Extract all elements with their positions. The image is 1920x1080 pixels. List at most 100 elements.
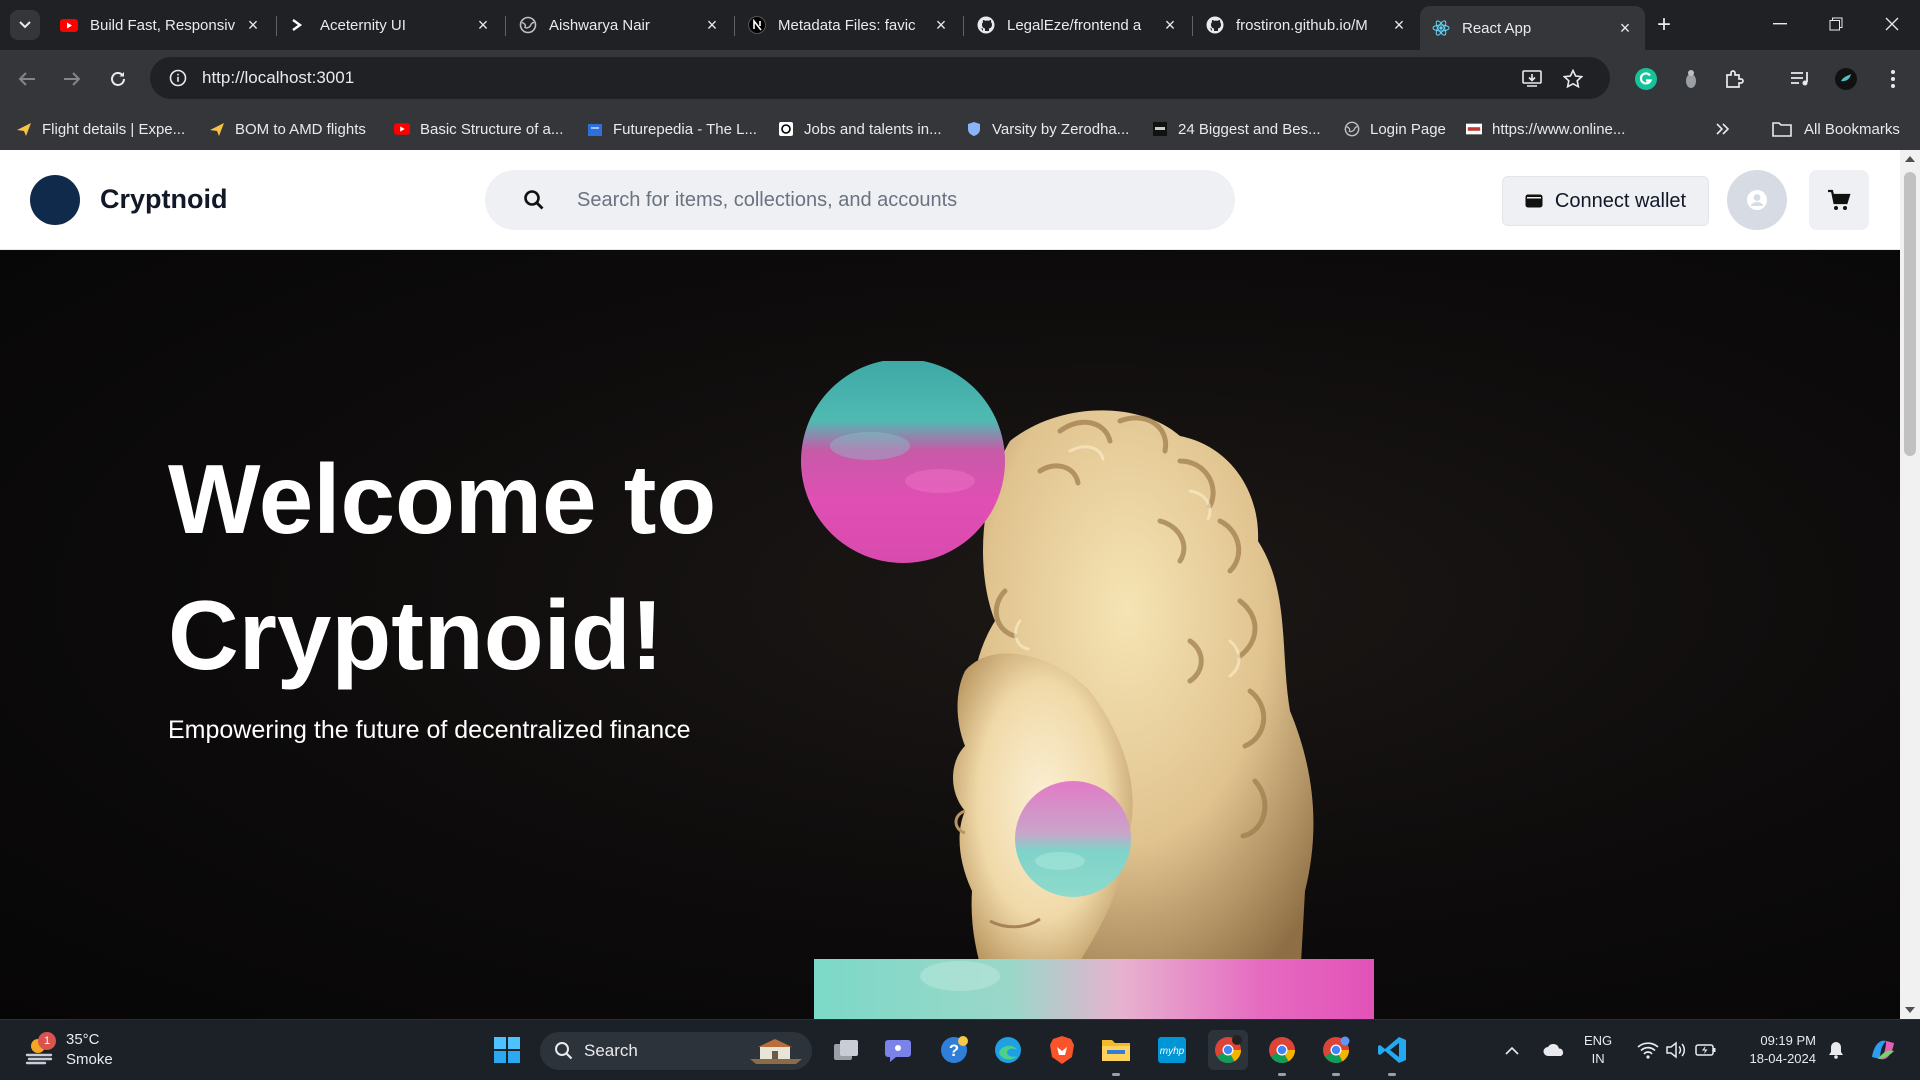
close-icon[interactable]: × [702, 15, 722, 35]
bookmark-item[interactable]: Futurepedia - The L... [587, 116, 757, 142]
teams-chat-app[interactable] [878, 1030, 918, 1070]
site-brand-name[interactable]: Cryptnoid [100, 184, 228, 215]
grammarly-icon[interactable] [1631, 64, 1661, 94]
reload-button[interactable] [103, 64, 133, 94]
restore-button[interactable] [1808, 0, 1864, 48]
onedrive-icon[interactable] [1540, 1036, 1568, 1064]
weather-widget[interactable]: 1 35°C Smoke [24, 1030, 113, 1070]
tab-separator [734, 16, 735, 36]
chrome-icon [1269, 1037, 1296, 1064]
language-indicator[interactable]: ENG IN [1584, 1032, 1612, 1068]
wifi-icon[interactable] [1636, 1036, 1660, 1064]
page-scrollbar[interactable] [1900, 150, 1920, 1019]
page-viewport: Cryptnoid Connect wallet Welcome to Cryp… [0, 150, 1900, 1019]
system-clock[interactable]: 09:19 PM 18-04-2024 [1726, 1032, 1817, 1068]
copilot-icon[interactable] [1866, 1036, 1900, 1064]
browser-tab[interactable]: Build Fast, Responsiv × [48, 8, 273, 42]
back-button[interactable] [12, 64, 42, 94]
user-profile-button[interactable] [1727, 170, 1787, 230]
folder-icon [1102, 1040, 1130, 1061]
site-search-input[interactable] [577, 188, 1177, 212]
bookmark-item[interactable]: https://www.online... [1466, 116, 1625, 142]
browser-tab-active[interactable]: React App × [1420, 6, 1645, 50]
media-control-icon[interactable] [1786, 64, 1816, 94]
brave-browser-app[interactable] [1042, 1030, 1082, 1070]
shield-icon [966, 121, 982, 137]
close-icon[interactable]: × [243, 15, 263, 35]
bookmark-item[interactable]: Login Page [1344, 116, 1446, 142]
search-icon [554, 1041, 574, 1061]
bookmark-item[interactable]: BOM to AMD flights [209, 116, 366, 142]
extension-icon[interactable] [1676, 64, 1706, 94]
install-app-icon[interactable] [1522, 69, 1542, 89]
star-icon[interactable] [1563, 69, 1583, 89]
close-icon[interactable]: × [473, 15, 493, 35]
scroll-down-icon[interactable] [1905, 1005, 1915, 1015]
vscode-app[interactable] [1372, 1030, 1412, 1076]
cart-button[interactable] [1809, 170, 1869, 230]
browser-tab[interactable]: Aishwarya Nair × [507, 8, 732, 42]
bookmark-label: 24 Biggest and Bes... [1178, 120, 1321, 138]
show-hidden-icons-button[interactable] [1500, 1036, 1524, 1064]
task-view-button[interactable] [826, 1030, 866, 1070]
close-icon[interactable]: × [931, 15, 951, 35]
weather-badge: 1 [38, 1032, 56, 1050]
close-window-button[interactable] [1864, 0, 1920, 48]
bookmark-label: Jobs and talents in... [804, 120, 942, 138]
file-explorer-app[interactable] [1096, 1030, 1136, 1076]
browser-toolbar: http://localhost:3001 [0, 50, 1920, 108]
bookmark-item[interactable]: Flight details | Expe... [16, 116, 185, 142]
chevron-up-icon [1505, 1046, 1519, 1055]
close-icon[interactable]: × [1615, 18, 1635, 38]
bookmark-label: https://www.online... [1492, 120, 1626, 138]
all-bookmarks-button[interactable]: All Bookmarks [1772, 116, 1900, 142]
tab-search-button[interactable] [10, 10, 40, 40]
browser-tab[interactable]: Metadata Files: favic × [736, 8, 961, 42]
edge-icon [995, 1037, 1021, 1063]
site-search-bar[interactable] [485, 170, 1235, 230]
extensions-puzzle-icon[interactable] [1720, 64, 1750, 94]
forward-button[interactable] [57, 64, 87, 94]
bookmark-item[interactable]: Jobs and talents in... [778, 116, 942, 142]
hero-title-line: Welcome to [168, 444, 717, 554]
react-icon [1432, 19, 1450, 37]
scrollbar-thumb[interactable] [1904, 172, 1916, 456]
start-button[interactable] [487, 1030, 527, 1070]
chrome-profile-app[interactable] [1262, 1030, 1302, 1076]
volume-icon[interactable] [1664, 1036, 1688, 1064]
get-help-app[interactable]: ? [934, 1030, 974, 1070]
hero-title-line: Cryptnoid! [168, 580, 664, 690]
hero-statue-artwork [801, 361, 1374, 1019]
notification-bell-icon[interactable] [1824, 1036, 1848, 1064]
browser-tab[interactable]: LegalEze/frontend a × [965, 8, 1190, 42]
kebab-menu-icon[interactable] [1878, 64, 1908, 94]
more-bookmarks-button[interactable] [1716, 116, 1730, 142]
bookmark-item[interactable]: Varsity by Zerodha... [966, 116, 1129, 142]
address-bar[interactable]: http://localhost:3001 [150, 57, 1610, 99]
edge-browser-app[interactable] [988, 1030, 1028, 1070]
bookmark-item[interactable]: 24 Biggest and Bes... [1152, 116, 1321, 142]
battery-icon[interactable] [1694, 1036, 1718, 1064]
close-icon[interactable]: × [1160, 15, 1180, 35]
profile-avatar-icon[interactable] [1831, 64, 1861, 94]
myhp-icon: myhp [1158, 1037, 1186, 1063]
chrome-profile-app[interactable] [1316, 1030, 1356, 1076]
browser-tab[interactable]: frostiron.github.io/M × [1194, 8, 1419, 42]
hero-subtitle: Empowering the future of decentralized f… [168, 716, 691, 744]
connect-wallet-button[interactable]: Connect wallet [1502, 176, 1709, 226]
url-text[interactable]: http://localhost:3001 [202, 68, 354, 88]
close-icon[interactable]: × [1389, 15, 1409, 35]
site-info-icon[interactable] [160, 69, 196, 87]
myhp-app[interactable]: myhp [1152, 1030, 1192, 1070]
new-tab-button[interactable]: + [1650, 11, 1678, 39]
chrome-app-active[interactable] [1208, 1030, 1248, 1070]
minimize-icon [1773, 23, 1787, 25]
scroll-up-icon[interactable] [1905, 154, 1915, 164]
site-logo[interactable] [30, 175, 80, 225]
windows-taskbar: 1 35°C Smoke Search ? myhp ENG IN 09:19 … [0, 1019, 1920, 1080]
bookmark-item[interactable]: Basic Structure of a... [394, 116, 563, 142]
bookmark-label: Basic Structure of a... [420, 120, 564, 138]
taskbar-search-box[interactable]: Search [540, 1032, 812, 1070]
browser-tab[interactable]: Aceternity UI × [278, 8, 503, 42]
minimize-button[interactable] [1752, 0, 1808, 48]
